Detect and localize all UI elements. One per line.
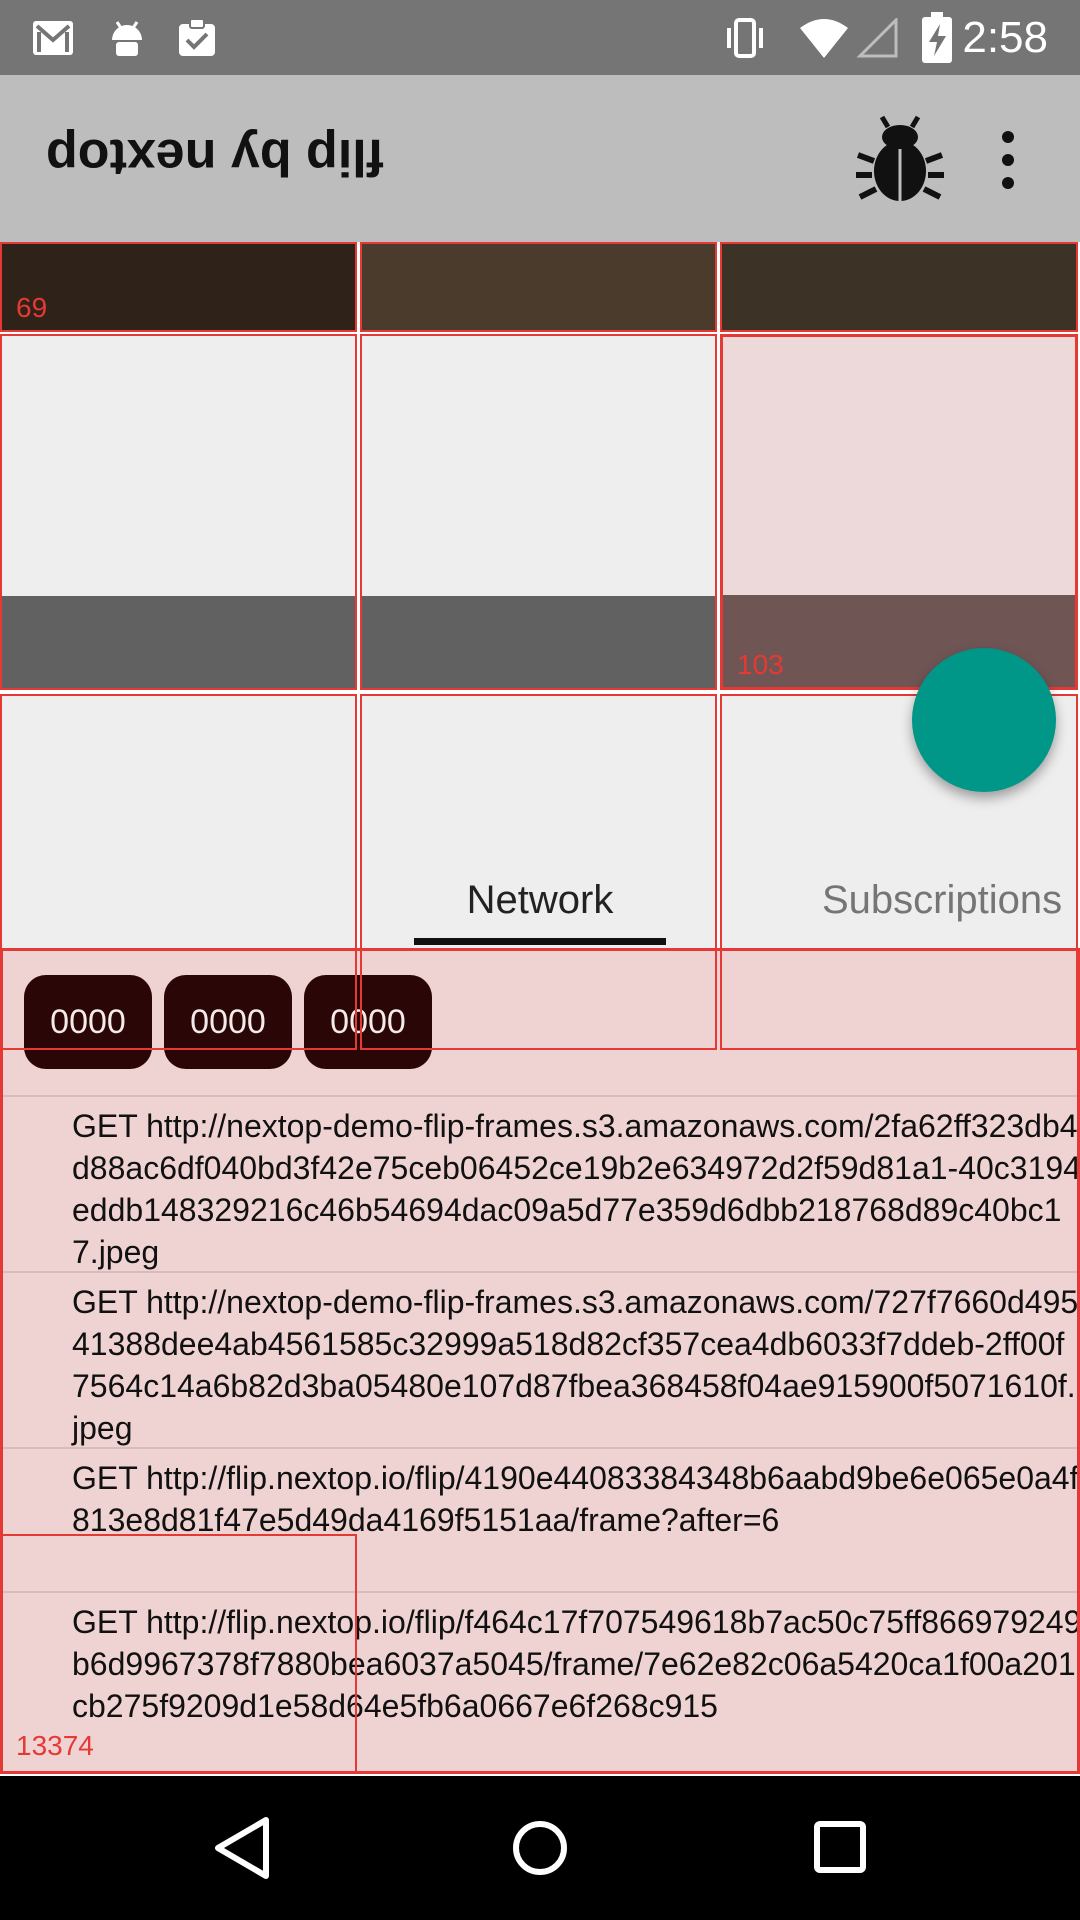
tab-network[interactable]: Network: [414, 876, 666, 924]
network-panel: 0000 0000 0000 GET http://nextop-demo-fl…: [0, 948, 1080, 1774]
grid-cell[interactable]: 69: [0, 242, 357, 332]
tab-subscriptions[interactable]: Subscriptions: [822, 876, 1062, 924]
grid-cell[interactable]: 103: [720, 334, 1078, 690]
gmail-icon: [33, 21, 73, 55]
tab-indicator: [414, 938, 666, 945]
status-bar: 2:58: [0, 0, 1080, 75]
navigation-bar: [0, 1776, 1080, 1920]
bug-icon[interactable]: [854, 113, 946, 205]
request-row[interactable]: GET http://nextop-demo-flip-frames.s3.am…: [3, 1095, 1077, 1273]
overflow-menu-icon[interactable]: [996, 131, 1020, 191]
cell-label: 103: [737, 649, 784, 680]
battery-charging-icon: [922, 12, 952, 63]
cell-label: 69: [16, 292, 48, 323]
recents-icon[interactable]: [812, 1818, 868, 1878]
request-text: GET http://flip.nextop.io/flip/4190e4408…: [72, 1460, 1079, 1538]
request-row[interactable]: GET http://flip.nextop.io/flip/4190e4408…: [3, 1447, 1077, 1593]
request-text: GET http://nextop-demo-flip-frames.s3.am…: [72, 1284, 1079, 1446]
wifi-icon: [800, 19, 848, 58]
app-bar: flip by nextop: [0, 75, 1080, 242]
filter-chip[interactable]: 0000: [304, 975, 432, 1069]
app-title: flip by nextop: [46, 128, 384, 186]
status-time: 2:58: [962, 13, 1048, 62]
android-icon: [112, 21, 142, 56]
back-icon[interactable]: [212, 1816, 272, 1880]
request-text: GET http://nextop-demo-flip-frames.s3.am…: [72, 1108, 1080, 1270]
filter-chip[interactable]: 0000: [24, 975, 152, 1069]
floating-action-button[interactable]: [912, 648, 1056, 792]
grid-cell[interactable]: [360, 242, 717, 332]
request-text: GET http://flip.nextop.io/flip/f464c17f7…: [72, 1604, 1080, 1724]
grid-cell[interactable]: [0, 334, 357, 690]
filter-chip[interactable]: 0000: [164, 975, 292, 1069]
request-row[interactable]: GET http://nextop-demo-flip-frames.s3.am…: [3, 1271, 1077, 1449]
grid-cell[interactable]: [360, 334, 717, 690]
request-row[interactable]: GET http://flip.nextop.io/flip/f464c17f7…: [3, 1591, 1080, 1771]
vibrate-icon: [727, 18, 763, 58]
home-icon[interactable]: [510, 1816, 570, 1880]
signal-icon: [856, 18, 898, 58]
grid-cell[interactable]: [720, 242, 1078, 332]
clipboard-check-icon: [179, 18, 215, 56]
